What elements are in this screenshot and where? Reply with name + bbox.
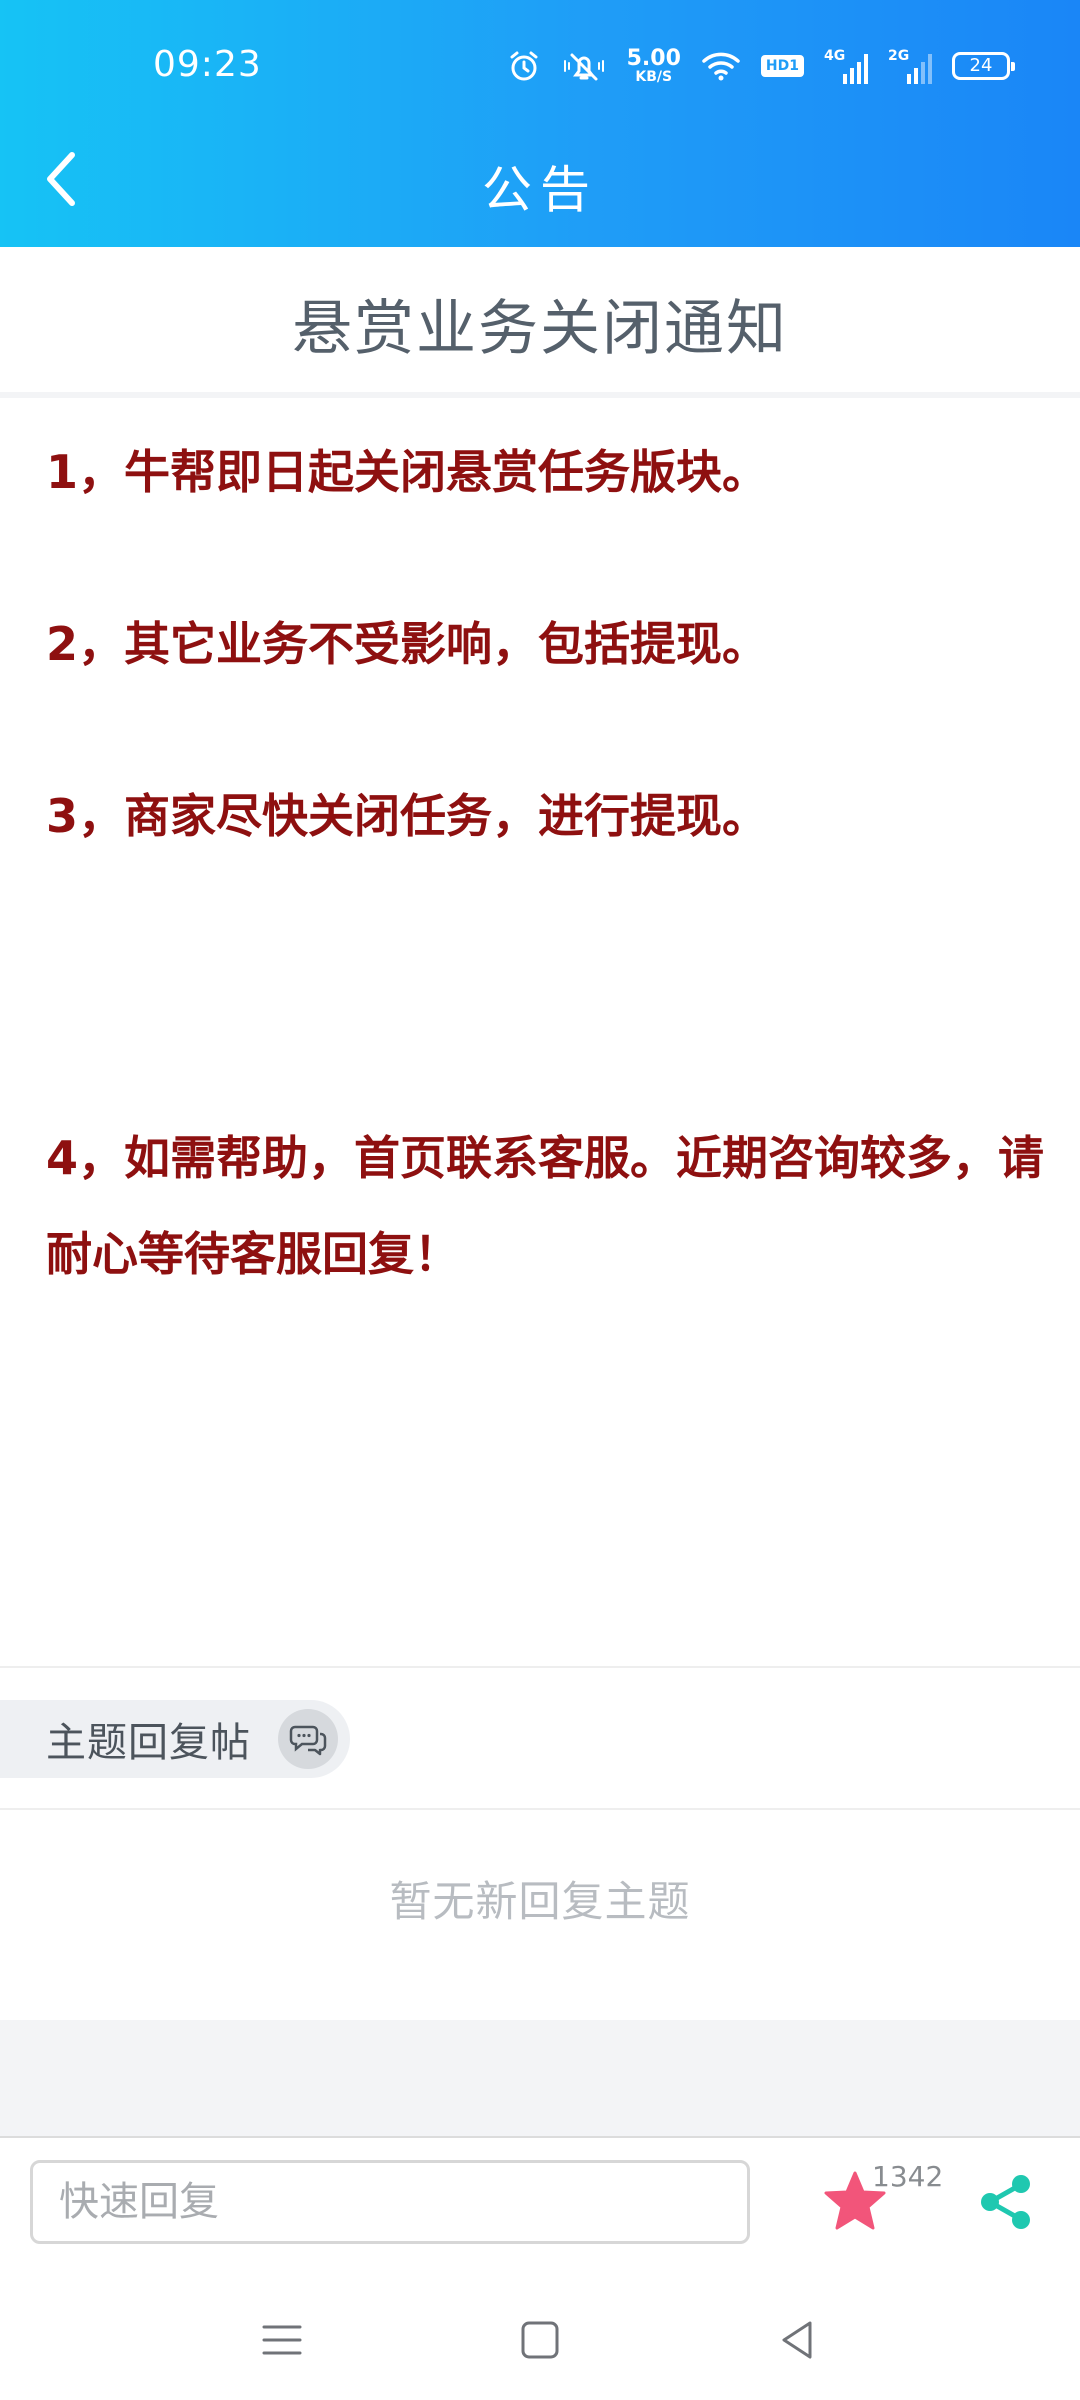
reply-section-label: 主题回复帖 [46, 1720, 251, 1766]
app-header: 09:23 5.00 KB/S HD1 4G 2G 24 公告 [0, 0, 1080, 247]
back-triangle-icon[interactable] [768, 2310, 828, 2370]
alarm-icon [510, 51, 538, 81]
bottom-bar-border [0, 2136, 1080, 2138]
spacer-band [0, 2020, 1080, 2136]
notice-paragraph-4: 4，如需帮助，首页联系客服。近期咨询较多，请耐心等待客服回复！ [46, 1131, 1045, 1281]
battery-icon: 24 [952, 52, 1015, 80]
status-time: 09:23 [153, 44, 262, 85]
reply-section-tag: 主题回复帖 [0, 1700, 350, 1778]
empty-replies-text: 暂无新回复主题 [389, 1877, 691, 1926]
share-icon[interactable] [976, 2172, 1036, 2232]
quick-reply-input[interactable] [30, 2160, 750, 2244]
system-nav-bar [0, 2280, 1080, 2400]
signal-sim2-icon: 2G [888, 48, 932, 84]
page-title: 公告 [482, 161, 598, 219]
net-speed: 5.00 KB/S [626, 46, 681, 85]
status-icons: 5.00 KB/S HD1 4G 2G 24 [507, 46, 1015, 86]
article-title: 悬赏业务关闭通知 [292, 294, 788, 364]
notice-paragraph-3: 3，商家尽快关闭任务，进行提现。 [46, 789, 769, 843]
section-divider [0, 1666, 1080, 1668]
wifi-icon [702, 52, 740, 81]
menu-icon[interactable] [252, 2310, 312, 2370]
hd-badge: HD1 [760, 55, 804, 77]
chat-bubble-icon [278, 1709, 338, 1769]
signal-sim1-icon: 4G [824, 48, 868, 84]
notice-paragraph-2: 2，其它业务不受影响，包括提现。 [46, 617, 769, 671]
mute-icon [563, 53, 604, 81]
favorite-count: 1342 [872, 2160, 944, 2193]
home-icon[interactable] [510, 2310, 570, 2370]
title-divider [0, 392, 1080, 398]
notice-paragraph-1: 1，牛帮即日起关闭悬赏任务版块。 [46, 445, 769, 499]
reply-divider [0, 1808, 1080, 1810]
